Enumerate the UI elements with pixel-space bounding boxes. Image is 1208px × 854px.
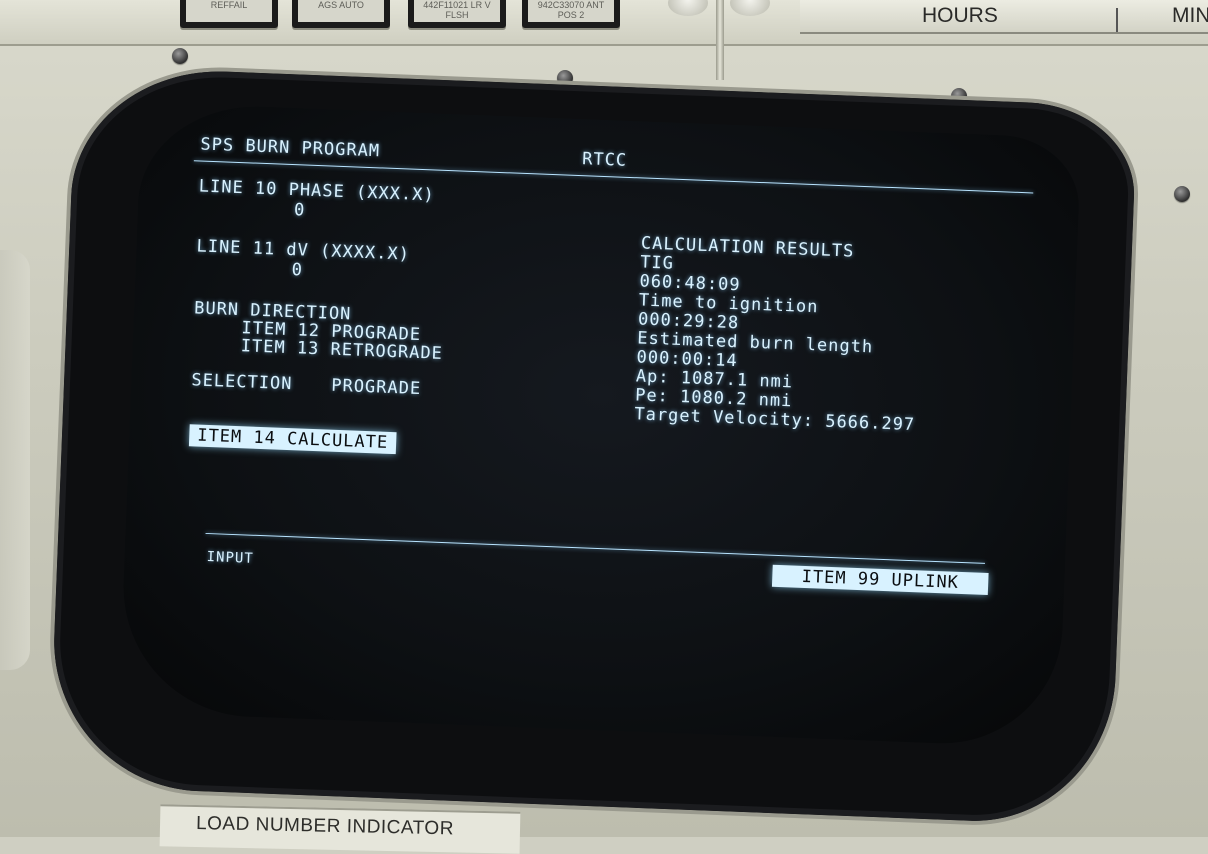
caution-lamp-4[interactable]: 942C33070 ANT POS 2 xyxy=(522,0,620,28)
input-label: INPUT xyxy=(206,549,255,567)
caution-lamp-1[interactable]: REFFAIL xyxy=(180,0,278,28)
screw xyxy=(172,48,188,64)
caution-lamp-2[interactable]: AGS AUTO xyxy=(292,0,390,28)
panel-divider xyxy=(716,0,724,80)
side-handle xyxy=(0,250,30,670)
line11-value[interactable]: 0 xyxy=(291,260,303,280)
strip-separator xyxy=(1116,8,1118,32)
clock-label-strip: HOURS MIN xyxy=(800,0,1208,34)
selection-value: PROGRADE xyxy=(330,375,422,400)
line10-value[interactable]: 0 xyxy=(294,200,306,220)
screw xyxy=(1174,186,1190,202)
crt-screen: SPS BURN PROGRAM RTCC LINE 10 PHASE (XXX… xyxy=(118,102,1082,748)
hours-label: HOURS xyxy=(922,4,998,27)
item99-uplink-button[interactable]: ITEM 99 UPLINK xyxy=(771,564,989,596)
rtcc-display: SPS BURN PROGRAM RTCC LINE 10 PHASE (XXX… xyxy=(181,134,1050,686)
page-title: SPS BURN PROGRAM xyxy=(200,134,381,162)
tig-label: TIG xyxy=(639,252,675,274)
min-label: MIN xyxy=(1172,4,1208,27)
target-velocity-readout: Target Velocity: 5666.297 xyxy=(634,404,916,436)
selection-label: SELECTION xyxy=(191,370,293,395)
footer-rule xyxy=(205,532,985,564)
item14-calculate-button[interactable]: ITEM 14 CALCULATE xyxy=(188,424,397,455)
caution-lamp-3[interactable]: 442F11021 LR V FLSH xyxy=(408,0,506,28)
line10-label: LINE 10 PHASE (XXX.X) xyxy=(198,176,436,206)
system-label: RTCC xyxy=(581,149,628,171)
load-number-indicator-label: LOAD NUMBER INDICATOR xyxy=(159,804,521,854)
